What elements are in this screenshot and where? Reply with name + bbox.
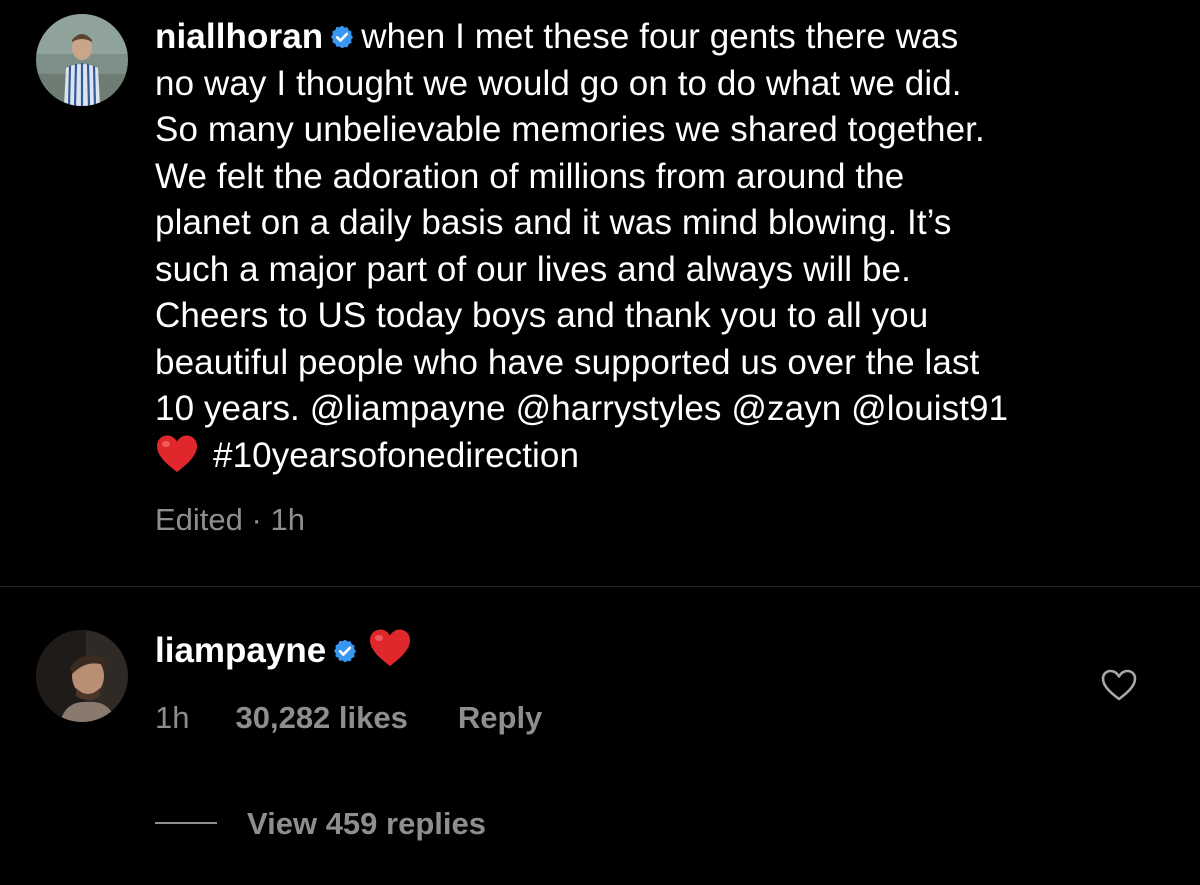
reply-button[interactable]: Reply bbox=[458, 700, 542, 736]
comment-meta: 1h 30,282 likes Reply bbox=[155, 700, 542, 736]
caption-line: We felt the adoration of millions from a… bbox=[155, 156, 905, 196]
comment-timestamp: 1h bbox=[155, 700, 190, 735]
verified-badge-icon bbox=[334, 639, 357, 663]
caption-line: Cheers to US today boys and thank you to… bbox=[155, 296, 929, 335]
view-replies-label[interactable]: View 459 replies bbox=[247, 806, 486, 841]
verified-badge-icon bbox=[331, 25, 354, 49]
comment-likes-count[interactable]: 30,282 likes bbox=[235, 700, 407, 736]
post-author-username[interactable]: niallhoran bbox=[155, 17, 323, 56]
post-caption: niallhoran when I met these four gents t… bbox=[155, 14, 1165, 479]
red-heart-emoji bbox=[157, 435, 197, 472]
comment-author-username[interactable]: liampayne bbox=[155, 631, 326, 670]
caption-line: beautiful people who have supported us o… bbox=[155, 342, 980, 382]
post-author-avatar[interactable] bbox=[36, 14, 128, 106]
replies-dash bbox=[155, 822, 217, 824]
caption-line: 10 years. @liampayne @harrystyles @zayn … bbox=[155, 389, 1009, 428]
comment: liampayne bbox=[155, 628, 412, 674]
caption-line: planet on a daily basis and it was mind … bbox=[155, 203, 952, 242]
caption-line: So many unbelievable memories we shared … bbox=[155, 110, 985, 149]
post-hashtag[interactable]: #10yearsofonedirection bbox=[213, 436, 579, 475]
caption-line: when I met these four gents there was bbox=[361, 17, 959, 56]
comment-author-avatar[interactable] bbox=[36, 630, 128, 722]
heart-outline-icon[interactable] bbox=[1100, 668, 1138, 702]
red-heart-emoji bbox=[370, 629, 411, 666]
caption-line: such a major part of our lives and alway… bbox=[155, 249, 911, 289]
post-edited-timestamp: Edited · 1h bbox=[155, 502, 305, 537]
section-divider bbox=[0, 586, 1200, 587]
view-replies-button[interactable]: View 459 replies bbox=[155, 806, 486, 842]
caption-line: no way I thought we would go on to do wh… bbox=[155, 63, 962, 103]
